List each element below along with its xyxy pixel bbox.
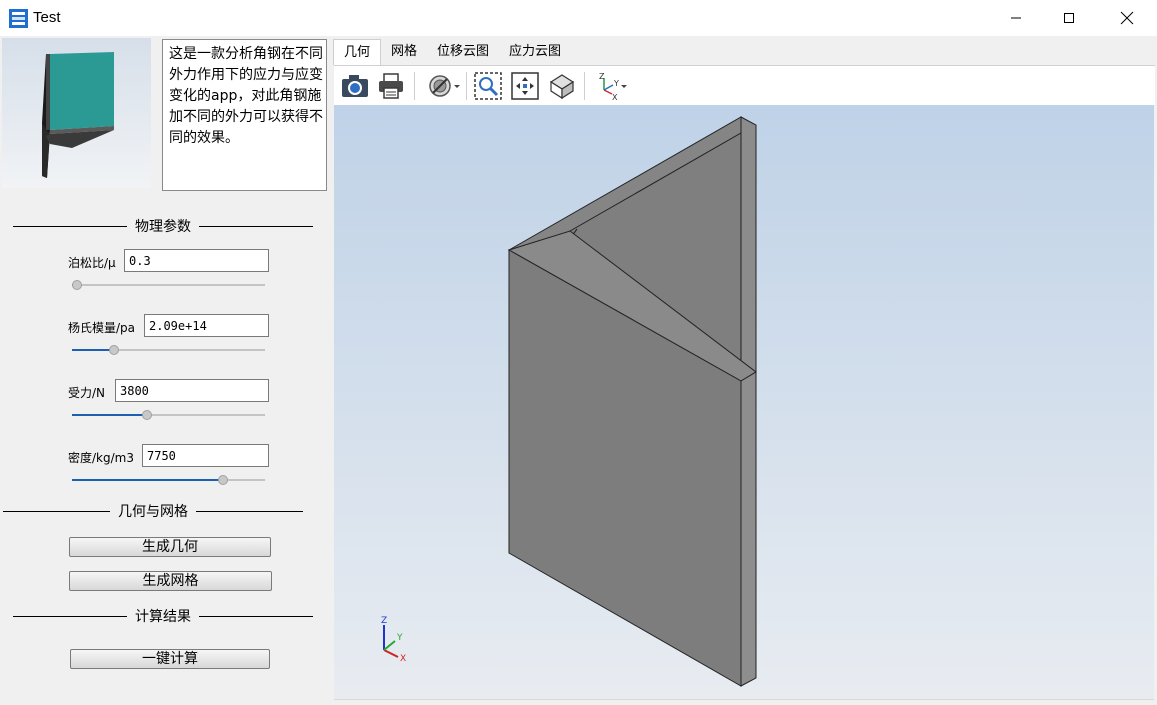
axis-label-z: Z — [599, 72, 605, 81]
axis-label-x: X — [612, 93, 618, 102]
display-mode-icon — [429, 75, 460, 97]
left-panel: 这是一款分析角钢在不同外力作用下的应力与应变变化的app，对此角钢施加不同的外力… — [0, 36, 332, 705]
section-title: 物理参数 — [135, 219, 191, 235]
angle-steel-model: Z Y X — [381, 116, 757, 687]
slider-handle[interactable] — [218, 475, 228, 485]
zoom-window-button[interactable] — [472, 70, 504, 102]
view-tabs: 几何 网格 位移云图 应力云图 — [333, 39, 571, 65]
close-button[interactable] — [1101, 0, 1153, 36]
poisson-input[interactable] — [124, 249, 269, 272]
tab-mesh[interactable]: 网格 — [381, 39, 427, 65]
generate-geometry-button[interactable]: 生成几何 — [69, 537, 271, 557]
force-input[interactable] — [115, 379, 269, 402]
iso-view-button[interactable] — [546, 70, 578, 102]
poisson-slider[interactable] — [72, 280, 265, 290]
print-button[interactable] — [375, 70, 407, 102]
display-mode-dropdown[interactable] — [424, 70, 462, 102]
right-panel: 几何 网格 位移云图 应力云图 Z Y X Z Y X — [333, 36, 1157, 705]
iso-view-icon — [549, 74, 575, 100]
generate-mesh-button[interactable]: 生成网格 — [69, 571, 272, 591]
triad-label-z: Z — [381, 616, 387, 626]
section-title: 计算结果 — [135, 609, 191, 625]
3d-viewport[interactable]: Z Y X — [334, 105, 1154, 700]
tab-stress[interactable]: 应力云图 — [499, 39, 571, 65]
zoom-window-icon — [474, 72, 502, 100]
poisson-label: 泊松比/μ — [68, 256, 116, 270]
slider-handle[interactable] — [109, 345, 119, 355]
slider-handle[interactable] — [72, 280, 82, 290]
compute-button[interactable]: 一键计算 — [70, 649, 270, 669]
tab-displacement[interactable]: 位移云图 — [427, 39, 499, 65]
youngs-modulus-label: 杨氏模量/pa — [68, 321, 136, 335]
tab-geometry[interactable]: 几何 — [333, 39, 382, 65]
section-title: 几何与网格 — [118, 504, 188, 520]
maximize-button[interactable] — [1043, 0, 1095, 36]
model-thumbnail — [2, 38, 151, 188]
section-physical-params: 物理参数 — [13, 216, 313, 236]
axis-triad: Z Y X — [381, 616, 406, 664]
description-box: 这是一款分析角钢在不同外力作用下的应力与应变变化的app，对此角钢施加不同的外力… — [162, 39, 327, 191]
title-bar: Test — [0, 0, 1157, 36]
viewer-toolbar: Z Y X — [334, 65, 1155, 105]
fit-all-button[interactable] — [509, 70, 541, 102]
section-results: 计算结果 — [13, 606, 313, 626]
density-label: 密度/kg/m3 — [68, 451, 134, 465]
density-slider[interactable] — [72, 475, 265, 485]
section-geometry-mesh: 几何与网格 — [3, 501, 303, 521]
maximize-icon — [1064, 13, 1074, 23]
slider-handle[interactable] — [142, 410, 152, 420]
force-label: 受力/N — [68, 386, 106, 400]
app-icon — [9, 9, 28, 28]
fit-all-icon — [511, 72, 539, 100]
print-icon — [379, 73, 403, 99]
camera-icon — [342, 75, 368, 97]
close-icon — [1120, 11, 1134, 25]
force-slider[interactable] — [72, 410, 265, 420]
youngs-modulus-input[interactable] — [144, 314, 269, 337]
axis-label-y: Y — [613, 79, 619, 88]
minimize-icon — [1011, 17, 1021, 19]
minimize-button[interactable] — [990, 0, 1042, 36]
axes-orientation-icon: Z Y X — [599, 72, 627, 102]
axes-orientation-dropdown[interactable]: Z Y X — [592, 70, 630, 102]
window-title: Test — [33, 9, 61, 26]
triad-label-x: X — [400, 654, 406, 664]
density-input[interactable] — [142, 444, 269, 467]
screenshot-button[interactable] — [339, 70, 371, 102]
youngs-modulus-slider[interactable] — [72, 345, 265, 355]
triad-label-y: Y — [396, 633, 403, 643]
main-window: 这是一款分析角钢在不同外力作用下的应力与应变变化的app，对此角钢施加不同的外力… — [0, 36, 1157, 705]
